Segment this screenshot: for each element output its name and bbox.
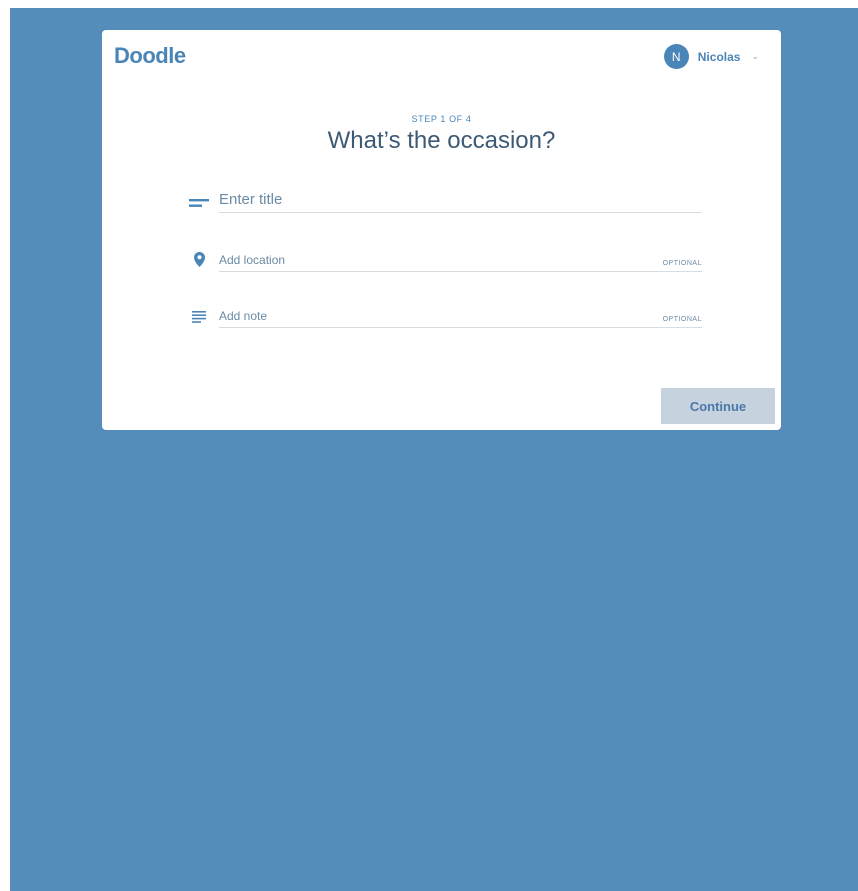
- continue-button[interactable]: Continue: [661, 388, 775, 424]
- title-input[interactable]: [219, 191, 702, 208]
- chevron-down-icon[interactable]: ⌄: [751, 51, 759, 62]
- step-indicator: STEP 1 OF 4: [411, 114, 472, 124]
- short-text-icon: [188, 198, 210, 213]
- page-background: Doodle N Nicolas ⌄ STEP 1 OF 4 What’s th…: [10, 8, 858, 891]
- notes-lines-icon: [188, 311, 210, 328]
- create-poll-card: Doodle N Nicolas ⌄ STEP 1 OF 4 What’s th…: [102, 30, 781, 430]
- doodle-logo[interactable]: Doodle: [114, 43, 186, 69]
- title-field: [188, 191, 702, 213]
- optional-label: OPTIONAL: [662, 260, 702, 267]
- user-menu[interactable]: N Nicolas ⌄: [663, 44, 759, 69]
- user-name[interactable]: Nicolas: [698, 50, 741, 64]
- map-pin-icon: [188, 252, 210, 272]
- location-input[interactable]: [219, 253, 663, 267]
- optional-label: OPTIONAL: [662, 316, 702, 323]
- location-field: OPTIONAL: [188, 252, 702, 272]
- avatar[interactable]: N: [663, 44, 689, 69]
- page-title: What’s the occasion?: [327, 127, 556, 154]
- note-input[interactable]: [219, 309, 663, 323]
- note-field: OPTIONAL: [188, 309, 702, 328]
